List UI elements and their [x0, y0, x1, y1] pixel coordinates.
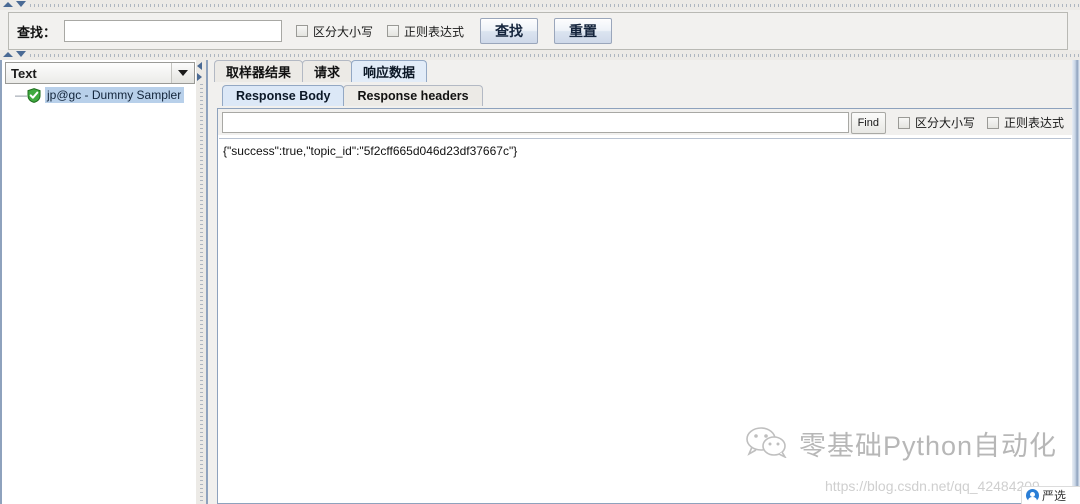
find-regex-checkbox[interactable]: 正则表达式 — [387, 23, 464, 40]
find-match-case-checkbox[interactable]: 区分大小写 — [296, 23, 373, 40]
view-type-combo[interactable]: Text — [5, 62, 195, 84]
tab-response-headers[interactable]: Response headers — [343, 85, 483, 106]
collapse-right-icon[interactable] — [197, 73, 202, 81]
response-content-box: Find 区分大小写 正则表达式 {"success":true,"topic_… — [217, 108, 1073, 504]
reset-button[interactable]: 重置 — [554, 18, 613, 44]
top-splitter-arrows[interactable] — [3, 1, 26, 7]
tab-sampler-result[interactable]: 取样器结果 — [214, 60, 304, 82]
jmeter-result-tree-window: 查找： 区分大小写 正则表达式 查找 重置 Text — jp@gc - Dum… — [0, 0, 1080, 504]
vertical-splitter-arrows[interactable] — [197, 62, 202, 81]
tab-response-data[interactable]: 响应数据 — [351, 60, 428, 82]
find-toolbar: 查找： 区分大小写 正则表达式 查找 重置 — [8, 12, 1068, 50]
chevron-down-icon[interactable] — [171, 63, 194, 83]
view-type-combo-value: Text — [11, 65, 37, 81]
checkbox-box-icon[interactable] — [897, 116, 910, 129]
find-label: 查找： — [17, 24, 57, 40]
left-panel: Text — jp@gc - Dummy Sampler — [0, 60, 196, 504]
response-regex-checkbox[interactable]: 正则表达式 — [986, 114, 1064, 131]
response-body-view[interactable]: {"success":true,"topic_id":"5f2cff665d04… — [219, 138, 1071, 502]
middle-splitter[interactable] — [0, 50, 1080, 60]
splitter-grip — [30, 4, 1080, 7]
tab-request[interactable]: 请求 — [302, 60, 353, 82]
tab-response-body[interactable]: Response Body — [222, 85, 345, 106]
checkbox-box-icon[interactable] — [387, 25, 400, 37]
response-match-case-checkbox[interactable]: 区分大小写 — [897, 114, 975, 131]
collapse-left-icon[interactable] — [197, 62, 202, 70]
checkbox-box-icon[interactable] — [986, 116, 999, 129]
sampler-tree[interactable]: — jp@gc - Dummy Sampler — [5, 86, 194, 504]
checkbox-box-icon[interactable] — [296, 25, 309, 37]
user-avatar-icon — [1026, 489, 1039, 502]
find-input[interactable] — [64, 20, 283, 42]
result-tabs[interactable]: 取样器结果 请求 响应数据 — [208, 60, 1080, 82]
window-right-scrollbar[interactable] — [1072, 60, 1080, 504]
find-match-case-label: 区分大小写 — [313, 24, 374, 39]
response-find-input[interactable] — [222, 112, 849, 133]
vertical-splitter[interactable] — [196, 60, 206, 504]
splitter-grip — [30, 54, 1080, 57]
corner-badge[interactable]: 严选 — [1021, 486, 1080, 504]
top-splitter[interactable] — [0, 0, 1080, 10]
response-find-bar: Find 区分大小写 正则表达式 — [218, 109, 1072, 135]
response-find-button[interactable]: Find — [850, 111, 886, 134]
tree-expander-icon[interactable]: — — [15, 89, 27, 101]
tree-item-label: jp@gc - Dummy Sampler — [45, 87, 185, 103]
response-tabs[interactable]: Response Body Response headers — [208, 84, 1080, 106]
result-panel: 取样器结果 请求 响应数据 Response Body Response hea… — [206, 60, 1080, 504]
response-body-text: {"success":true,"topic_id":"5f2cff665d04… — [223, 144, 518, 158]
collapse-up-icon[interactable] — [3, 1, 13, 7]
green-shield-icon — [27, 87, 41, 103]
splitter-grip — [200, 84, 203, 504]
find-regex-label: 正则表达式 — [404, 24, 465, 39]
collapse-down-icon[interactable] — [16, 1, 26, 7]
response-match-case-label: 区分大小写 — [914, 116, 975, 130]
tree-item-dummy-sampler[interactable]: — jp@gc - Dummy Sampler — [15, 86, 194, 104]
middle-splitter-arrows[interactable] — [3, 51, 26, 57]
collapse-up-icon[interactable] — [3, 51, 13, 57]
response-regex-label: 正则表达式 — [1003, 116, 1064, 130]
corner-badge-label: 严选 — [1042, 489, 1067, 503]
find-button[interactable]: 查找 — [480, 18, 539, 44]
collapse-down-icon[interactable] — [16, 51, 26, 57]
